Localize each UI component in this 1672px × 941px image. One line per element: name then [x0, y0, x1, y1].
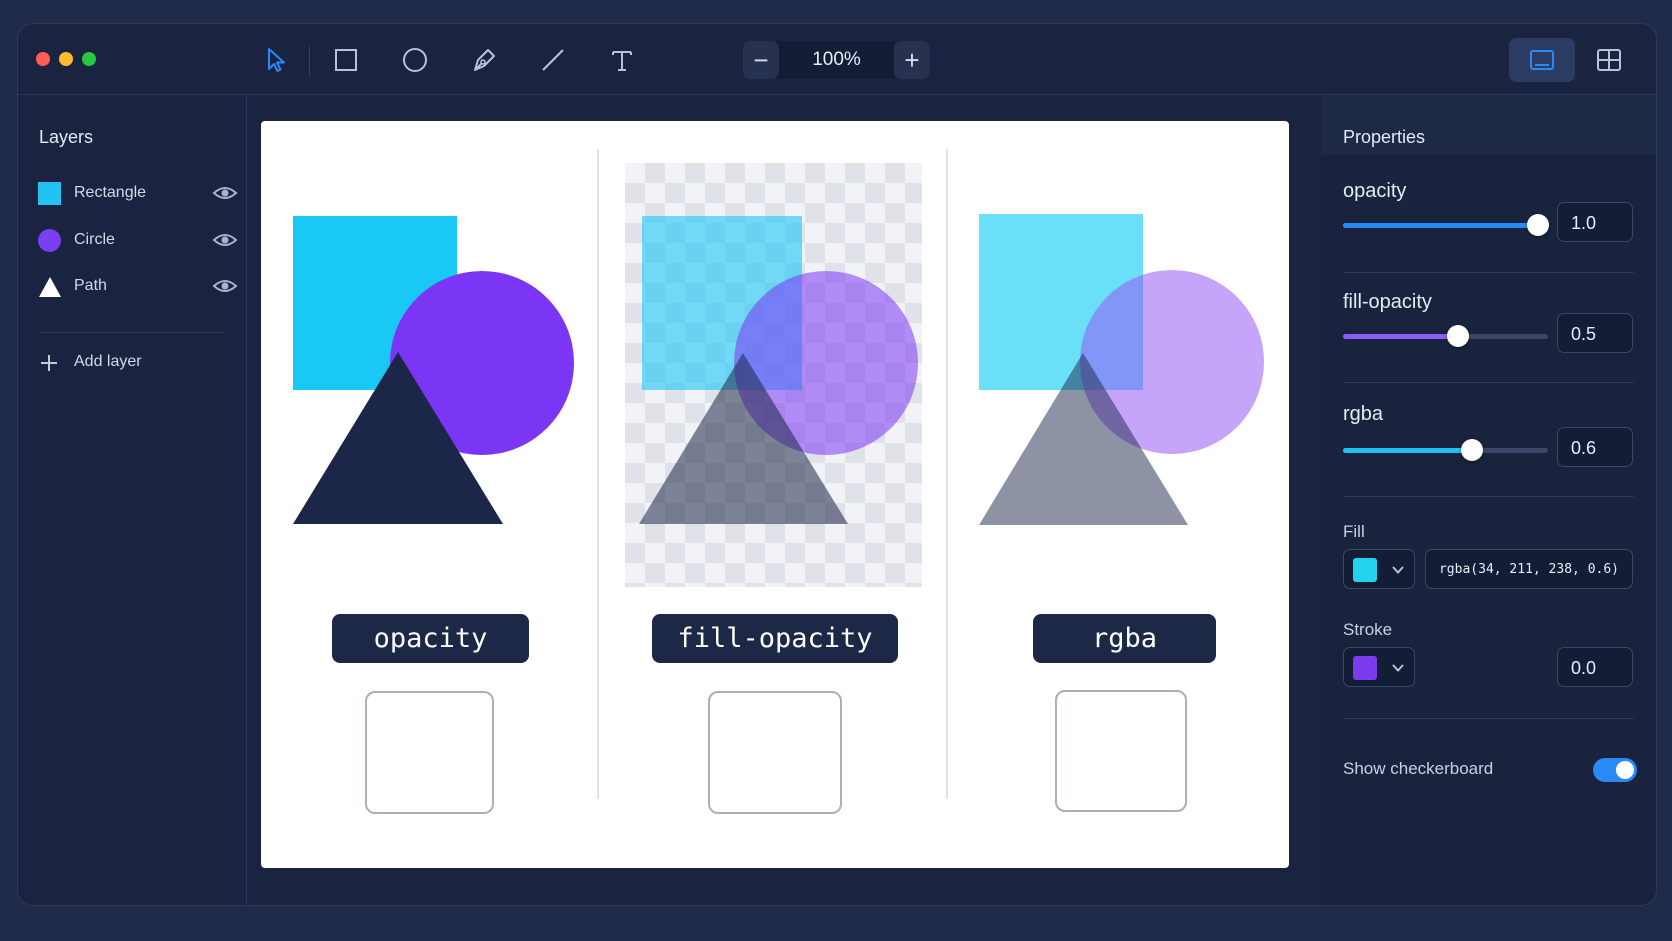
add-layer-button[interactable]: Add layer	[38, 344, 238, 380]
fill-opacity-preview-box	[708, 691, 842, 814]
single-view-button[interactable]	[1509, 38, 1575, 82]
zoom-out-button[interactable]: −	[743, 41, 779, 79]
stroke-label: Stroke	[1343, 620, 1393, 639]
stroke-color-swatch	[1353, 656, 1377, 680]
ellipse-tool-button[interactable]	[395, 40, 435, 80]
pen-icon	[474, 49, 495, 71]
properties-header: Properties	[1321, 95, 1656, 155]
canvas-area[interactable]: opacity fill-opacity rgba	[246, 95, 1322, 905]
toolbar: − 100% +	[18, 24, 1656, 95]
line-icon	[542, 49, 564, 71]
properties-divider	[1343, 382, 1634, 383]
grid-icon	[1597, 49, 1621, 71]
layers-divider	[39, 332, 223, 333]
properties-divider	[1343, 718, 1634, 719]
single-panel-icon	[1530, 50, 1554, 70]
fill-color-swatch	[1353, 558, 1377, 582]
artboard: opacity fill-opacity rgba	[261, 121, 1289, 868]
layer-item-circle[interactable]: Circle	[38, 222, 238, 258]
toolbar-divider	[309, 46, 310, 76]
layers-title: Layers	[39, 127, 94, 147]
fill-opacity-shapes	[639, 216, 918, 524]
slider-fill	[1343, 334, 1458, 339]
zoom-level: 100%	[812, 49, 861, 70]
rectangle-tool-button[interactable]	[326, 40, 366, 80]
fill-value-input[interactable]: rgba(34, 211, 238, 0.6)	[1425, 549, 1633, 589]
show-checkerboard-label: Show checkerboard	[1343, 759, 1494, 778]
fill-opacity-prop-label: fill-opacity	[1343, 291, 1432, 313]
slider-fill	[1343, 223, 1538, 228]
square-swatch-icon	[38, 182, 61, 205]
pen-tool-button[interactable]	[464, 40, 504, 80]
stroke-width-input[interactable]: 0.0	[1557, 647, 1633, 687]
eye-icon[interactable]	[212, 181, 238, 205]
text-icon	[612, 51, 632, 71]
fill-opacity-slider[interactable]	[1343, 324, 1548, 348]
opacity-slider[interactable]	[1343, 213, 1549, 237]
fill-color-picker[interactable]	[1343, 549, 1415, 589]
line-tool-button[interactable]	[533, 40, 573, 80]
fill-label: Fill	[1343, 522, 1365, 541]
add-layer-label: Add layer	[74, 353, 142, 370]
select-tool-button[interactable]	[256, 40, 296, 80]
circle-swatch-icon	[38, 229, 61, 252]
properties-panel: Properties opacity 1.0 fill-opacity 0.5 …	[1321, 95, 1656, 905]
slider-thumb[interactable]	[1527, 214, 1549, 236]
layers-panel: Layers Rectangle Circle Path Add layer	[18, 95, 246, 905]
panel-divider	[597, 149, 599, 799]
opacity-label: opacity	[332, 614, 529, 663]
grid-view-button[interactable]	[1576, 38, 1642, 82]
minimize-window-button[interactable]	[59, 52, 73, 66]
stroke-color-picker[interactable]	[1343, 647, 1415, 687]
eye-icon[interactable]	[212, 228, 238, 252]
rgba-prop-label: rgba	[1343, 403, 1384, 425]
properties-divider	[1343, 272, 1634, 273]
ellipse-icon	[403, 48, 427, 72]
layer-name: Rectangle	[74, 184, 147, 201]
opacity-shapes	[293, 216, 574, 524]
layer-item-rectangle[interactable]: Rectangle	[38, 175, 238, 211]
fill-opacity-value-input[interactable]: 0.5	[1557, 313, 1633, 353]
properties-divider	[1343, 496, 1634, 497]
slider-fill	[1343, 448, 1472, 453]
properties-title: Properties	[1343, 127, 1426, 147]
panel-divider	[946, 149, 948, 799]
rgba-value-input[interactable]: 0.6	[1557, 427, 1633, 467]
triangle-swatch-icon	[39, 277, 61, 297]
fill-opacity-label: fill-opacity	[652, 614, 898, 663]
app-window: − 100% + Layers Rectangle Circle Path Ad…	[17, 23, 1657, 906]
rgba-shapes	[979, 214, 1264, 525]
show-checkerboard-toggle[interactable]	[1593, 758, 1637, 782]
zoom-in-button[interactable]: +	[894, 41, 930, 79]
zoom-control: − 100% +	[743, 41, 930, 79]
opacity-preview-box	[365, 691, 494, 814]
maximize-window-button[interactable]	[82, 52, 96, 66]
cursor-icon	[268, 48, 285, 72]
plus-icon	[41, 355, 57, 371]
layer-name: Path	[74, 277, 107, 294]
layer-item-path[interactable]: Path	[38, 268, 238, 304]
slider-thumb[interactable]	[1461, 439, 1483, 461]
chevron-down-icon	[1392, 566, 1404, 574]
text-tool-button[interactable]	[602, 40, 642, 80]
rgba-preview-box	[1055, 690, 1187, 812]
layer-name: Circle	[74, 231, 115, 248]
close-window-button[interactable]	[36, 52, 50, 66]
toggle-knob	[1616, 761, 1634, 779]
opacity-prop-label: opacity	[1343, 180, 1407, 202]
rectangle-icon	[335, 49, 357, 71]
eye-icon[interactable]	[212, 274, 238, 298]
slider-thumb[interactable]	[1447, 325, 1469, 347]
rgba-label: rgba	[1033, 614, 1216, 663]
opacity-value-input[interactable]: 1.0	[1557, 202, 1633, 242]
rgba-slider[interactable]	[1343, 438, 1548, 462]
chevron-down-icon	[1392, 664, 1404, 672]
